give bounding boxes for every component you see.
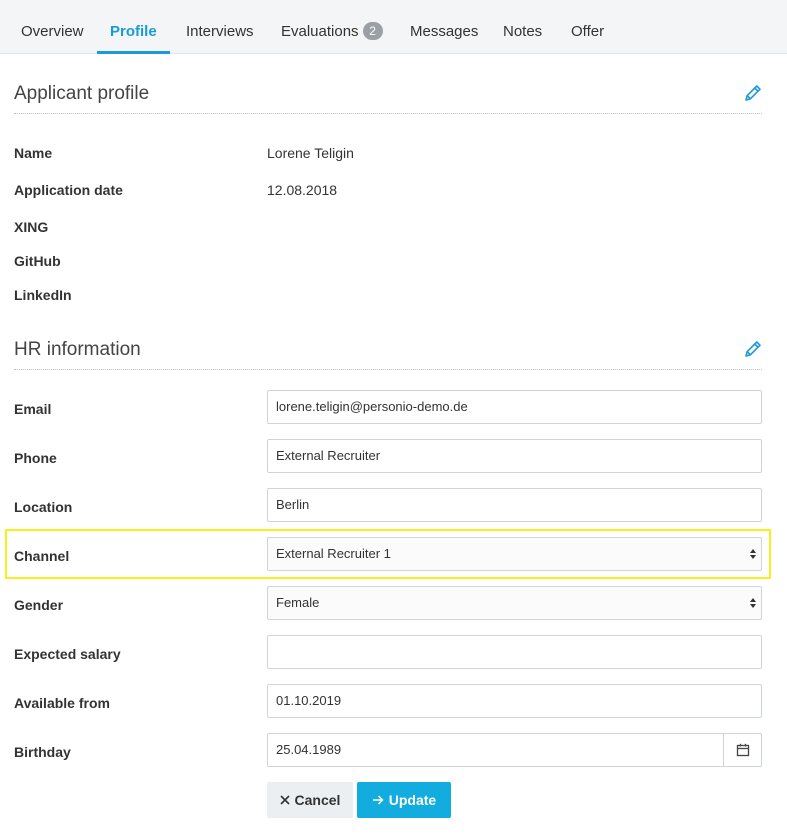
name-value: Lorene Teligin — [267, 145, 354, 161]
application-date-label: Application date — [14, 182, 123, 198]
channel-label: Channel — [14, 548, 70, 564]
birthday-label: Birthday — [14, 744, 71, 760]
hr-information-divider — [14, 369, 762, 370]
tab-interviews-label: Interviews — [186, 23, 254, 40]
xing-label: XING — [14, 219, 49, 235]
tab-interviews[interactable]: Interviews — [186, 0, 254, 54]
email-field[interactable]: lorene.teligin@personio-demo.de — [267, 390, 762, 424]
birthday-field[interactable]: 25.04.1989 — [267, 733, 762, 767]
available-from-field[interactable]: 01.10.2019 — [267, 684, 762, 718]
name-label: Name — [14, 145, 53, 161]
tab-profile[interactable]: Profile — [97, 0, 170, 54]
channel-select-value: External Recruiter 1 — [276, 546, 391, 561]
channel-select[interactable]: External Recruiter 1 — [267, 537, 762, 571]
location-field[interactable]: Berlin — [267, 488, 762, 522]
tab-overview-label: Overview — [21, 23, 84, 40]
application-date-value: 12.08.2018 — [267, 182, 338, 198]
evaluations-count-badge: 2 — [362, 22, 383, 40]
gender-select[interactable]: Female — [267, 586, 762, 620]
tab-evaluations-label: Evaluations — [281, 23, 359, 40]
location-field-value: Berlin — [276, 497, 310, 512]
hr-information-heading: HR information — [14, 339, 141, 360]
tab-messages-label: Messages — [410, 23, 479, 40]
update-button[interactable]: Update — [357, 782, 451, 818]
available-from-label: Available from — [14, 695, 110, 711]
calendar-icon — [736, 743, 749, 757]
gender-label: Gender — [14, 597, 64, 613]
arrow-right-icon — [372, 795, 384, 805]
select-arrows-icon — [750, 549, 756, 559]
expected-salary-label: Expected salary — [14, 646, 121, 662]
tab-offer-label: Offer — [571, 23, 605, 40]
location-label: Location — [14, 499, 73, 515]
phone-label: Phone — [14, 450, 57, 466]
pencil-icon[interactable] — [742, 82, 764, 104]
applicant-profile-divider — [14, 113, 762, 114]
available-from-field-value: 01.10.2019 — [276, 693, 342, 708]
tab-profile-label: Profile — [110, 23, 157, 40]
tab-overview[interactable]: Overview — [21, 0, 84, 54]
tab-bar: Overview Profile Interviews Evaluations 2… — [0, 0, 787, 54]
email-label: Email — [14, 401, 52, 417]
gender-select-value: Female — [276, 595, 320, 610]
update-button-label: Update — [388, 792, 437, 808]
tab-evaluations[interactable]: Evaluations 2 — [281, 0, 383, 54]
close-icon — [279, 795, 290, 805]
applicant-profile-heading: Applicant profile — [14, 83, 150, 104]
phone-field-value: External Recruiter — [276, 448, 381, 463]
tab-offer[interactable]: Offer — [571, 0, 604, 54]
cancel-button-label: Cancel — [294, 792, 341, 808]
github-label: GitHub — [14, 253, 61, 269]
tab-notes-label: Notes — [503, 23, 543, 40]
tab-notes[interactable]: Notes — [503, 0, 542, 54]
select-arrows-icon — [750, 598, 756, 608]
calendar-button[interactable] — [723, 734, 761, 766]
expected-salary-field[interactable] — [267, 635, 762, 669]
pencil-icon[interactable] — [742, 338, 764, 360]
birthday-field-value: 25.04.1989 — [276, 742, 342, 757]
phone-field[interactable]: External Recruiter — [267, 439, 762, 473]
linkedin-label: LinkedIn — [14, 287, 72, 303]
cancel-button[interactable]: Cancel — [267, 782, 353, 818]
email-field-value: lorene.teligin@personio-demo.de — [276, 399, 468, 414]
tab-messages[interactable]: Messages — [410, 0, 478, 54]
